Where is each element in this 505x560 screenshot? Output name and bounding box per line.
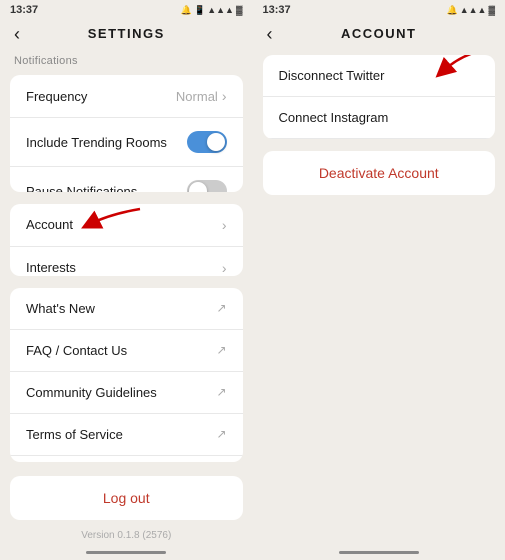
home-indicator-left (86, 551, 166, 554)
status-icons-right: 🔔 ▲▲▲ ▓ (446, 5, 495, 16)
disconnect-twitter-row[interactable]: Disconnect Twitter (263, 55, 496, 97)
version-text: Version 0.1.8 (2576) (0, 524, 253, 547)
phone-icon: 📱 (194, 5, 205, 16)
faq-ext-icon: ↗ (216, 343, 226, 357)
time-left: 13:37 (10, 4, 38, 16)
signal-icon: ▲▲▲ (207, 5, 234, 15)
privacy-row[interactable]: Privacy Policy ↗ (10, 456, 243, 463)
pause-notifications-label: Pause Notifications (26, 184, 137, 192)
account-row[interactable]: Account › (10, 204, 243, 247)
account-interests-card-group: Account › Interests › (10, 204, 243, 276)
back-button-left[interactable]: ‹ (14, 25, 20, 43)
community-guidelines-label: Community Guidelines (26, 385, 157, 400)
frequency-row[interactable]: Frequency Normal › (10, 75, 243, 118)
pause-notifications-toggle-knob (189, 182, 207, 192)
frequency-chevron-icon: › (222, 88, 227, 104)
account-header: ‹ ACCOUNT (253, 20, 505, 47)
community-guidelines-ext-icon: ↗ (216, 385, 226, 399)
interests-chevron-icon: › (222, 260, 227, 276)
connect-instagram-row[interactable]: Connect Instagram (263, 97, 496, 139)
status-bar-left: 13:37 🔔 📱 ▲▲▲ ▓ (0, 0, 253, 20)
faq-label: FAQ / Contact Us (26, 343, 127, 358)
notifications-card-group: Frequency Normal › Include Trending Room… (10, 75, 243, 192)
settings-header: ‹ SETTINGS (0, 20, 253, 47)
social-card-group: Disconnect Twitter Connect Instagram (263, 55, 496, 139)
battery-icon: ▓ (236, 5, 243, 15)
community-guidelines-row[interactable]: Community Guidelines ↗ (10, 372, 243, 414)
home-indicator-right (339, 551, 419, 554)
account-chevron-icon: › (222, 217, 227, 233)
account-label: Account (26, 217, 73, 232)
deactivate-account-button[interactable]: Deactivate Account (263, 151, 496, 195)
terms-label: Terms of Service (26, 427, 123, 442)
trending-rooms-toggle[interactable] (187, 131, 227, 153)
interests-label: Interests (26, 260, 76, 275)
terms-ext-icon: ↗ (216, 427, 226, 441)
frequency-right: Normal › (176, 88, 227, 104)
trending-rooms-toggle-knob (207, 133, 225, 151)
notifications-section-label: Notifications (0, 47, 253, 71)
whats-new-label: What's New (26, 301, 95, 316)
battery-icon-right: ▓ (488, 5, 495, 15)
connect-instagram-label: Connect Instagram (279, 110, 389, 125)
notification-icon: 🔔 (181, 5, 192, 16)
disconnect-twitter-label: Disconnect Twitter (279, 68, 385, 83)
logout-card: Log out (10, 476, 243, 520)
account-title: ACCOUNT (341, 26, 417, 41)
trending-rooms-row[interactable]: Include Trending Rooms (10, 118, 243, 167)
account-screen: 13:37 🔔 ▲▲▲ ▓ ‹ ACCOUNT Disconnect Twitt… (253, 0, 505, 560)
frequency-value: Normal (176, 89, 218, 104)
whats-new-row[interactable]: What's New ↗ (10, 288, 243, 330)
faq-row[interactable]: FAQ / Contact Us ↗ (10, 330, 243, 372)
deactivate-card: Deactivate Account (263, 151, 496, 195)
pause-notifications-row[interactable]: Pause Notifications (10, 167, 243, 192)
time-right: 13:37 (263, 4, 291, 16)
info-card-group: What's New ↗ FAQ / Contact Us ↗ Communit… (10, 288, 243, 463)
logout-button[interactable]: Log out (10, 476, 243, 520)
status-icons-left: 🔔 📱 ▲▲▲ ▓ (181, 5, 243, 16)
settings-title: SETTINGS (88, 26, 165, 41)
terms-row[interactable]: Terms of Service ↗ (10, 414, 243, 456)
status-bar-right: 13:37 🔔 ▲▲▲ ▓ (253, 0, 505, 20)
whats-new-ext-icon: ↗ (216, 301, 226, 315)
settings-screen: 13:37 🔔 📱 ▲▲▲ ▓ ‹ SETTINGS Notifications… (0, 0, 253, 560)
interests-row[interactable]: Interests › (10, 247, 243, 276)
signal-icon-right: ▲▲▲ (460, 5, 487, 15)
pause-notifications-toggle[interactable] (187, 180, 227, 192)
frequency-label: Frequency (26, 89, 87, 104)
notification-icon-right: 🔔 (446, 5, 457, 16)
back-button-right[interactable]: ‹ (267, 25, 273, 43)
trending-rooms-label: Include Trending Rooms (26, 135, 167, 150)
